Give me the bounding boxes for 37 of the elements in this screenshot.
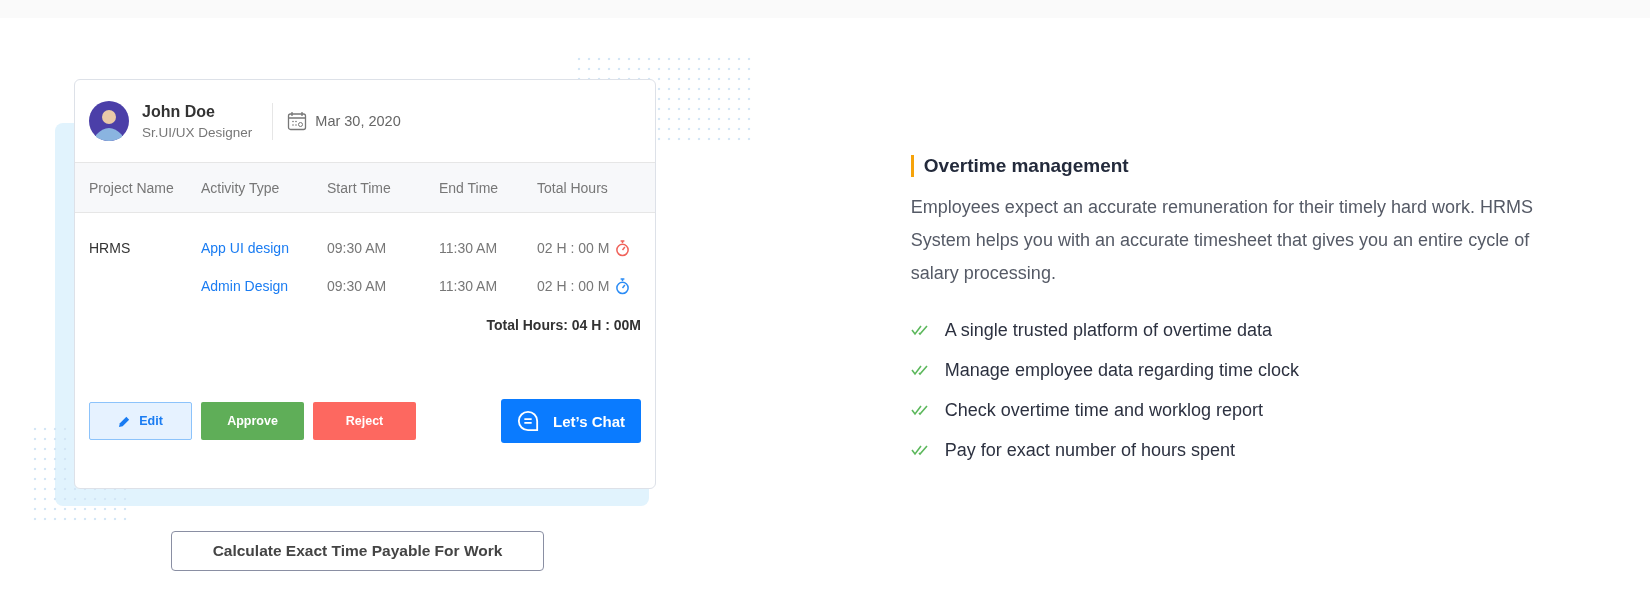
column-header: Project Name <box>89 179 175 196</box>
feature-point: A single trusted platform of overtime data <box>944 319 1272 341</box>
edit-button[interactable]: Edit <box>89 402 192 440</box>
double-check-icon <box>910 324 931 336</box>
column-header: Start Time <box>327 179 392 196</box>
table-cell-text: 11:30 AM <box>439 240 499 256</box>
double-check-icon <box>910 364 931 376</box>
feature-point: Check overtime time and worklog report <box>944 399 1263 421</box>
reject-button[interactable]: Reject <box>313 402 416 440</box>
user-role: Sr.UI/UX Designer <box>142 124 253 140</box>
avatar-icon <box>89 101 129 141</box>
approve-button[interactable]: Approve <box>201 402 304 440</box>
column-header: Total Hours <box>537 179 609 196</box>
column-header: Activity Type <box>201 179 281 196</box>
user-name: John Doe <box>142 102 216 121</box>
chat-icon <box>517 410 539 432</box>
activity-link[interactable]: App UI design <box>201 240 327 256</box>
calculate-button[interactable]: Calculate Exact Time Payable For Work <box>171 531 544 571</box>
table-cell-text: HRMS <box>89 240 132 256</box>
pencil-icon <box>118 414 132 428</box>
section-heading: Overtime management <box>910 155 1650 177</box>
date-text: Mar 30, 2020 <box>315 113 401 129</box>
double-check-icon <box>910 444 931 456</box>
table-cell-text: 11:30 AM <box>439 278 499 294</box>
table-cell: 02 H : 00 M <box>537 240 610 256</box>
activity-link[interactable]: Admin Design <box>201 278 327 294</box>
feature-point: Manage employee data regarding time clock <box>944 359 1300 381</box>
total-hours: Total Hours: 04 H : 00M <box>485 317 642 333</box>
feature-point: Pay for exact number of hours spent <box>944 439 1235 461</box>
double-check-icon <box>910 404 931 416</box>
table-cell-text: 09:30 AM <box>327 278 388 294</box>
column-header: End Time <box>439 179 500 196</box>
calendar-icon <box>287 111 308 131</box>
table-cell-text: 09:30 AM <box>327 240 388 256</box>
description-text: Employees expect an accurate remuneration for their timely hard work. HRMS System helps you with an accurate timesheet that gives you an entire cycle of salary processing. <box>910 196 1535 285</box>
table-cell: 02 H : 00 M <box>537 278 610 294</box>
chat-button[interactable]: Let’s Chat <box>501 399 641 443</box>
